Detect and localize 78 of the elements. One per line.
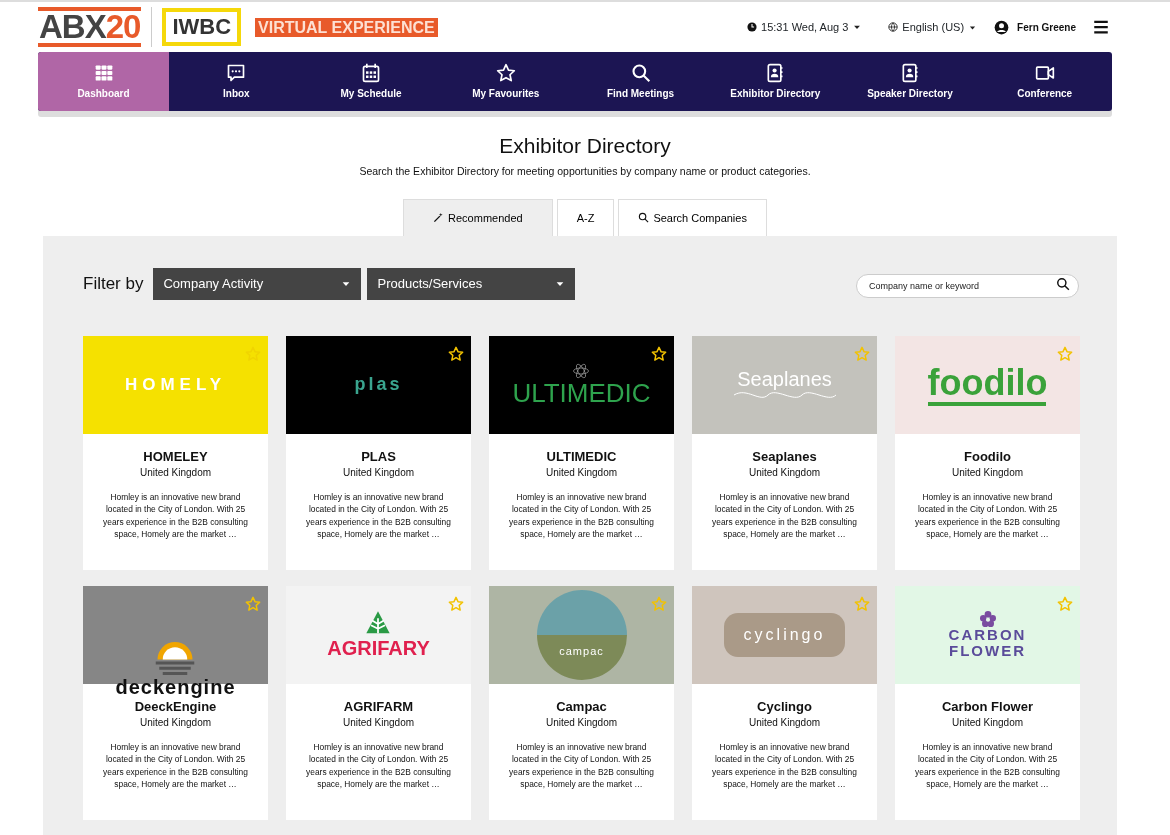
nav-tab[interactable]: Inbox (169, 52, 304, 111)
magic-wand-icon (433, 212, 445, 224)
tagline-logo: VIRTUAL EXPERIENCE (255, 17, 438, 37)
company-country: United Kingdom (341, 465, 416, 480)
company-logo: HOMELY (124, 376, 227, 394)
company-logo: campac (536, 589, 627, 680)
atom-icon (572, 362, 591, 381)
iwbc-logo: IWBC (162, 8, 242, 46)
clock-icon (747, 22, 758, 32)
company-description: Homley is an innovative new brand located in the City of London. With 25 years experience in the B2B consulting space, Homely are the market … (305, 490, 452, 541)
company-country: United Kingdom (747, 465, 822, 480)
directory-tab[interactable]: Recommended (403, 198, 553, 236)
company-logo: foodilo (927, 364, 1048, 406)
wave-icon (732, 390, 837, 401)
company-logo: Seaplanes (732, 369, 837, 401)
nav-tab[interactable]: Dashboard (38, 52, 169, 111)
company-country: United Kingdom (138, 465, 213, 480)
company-description: Homley is an innovative new brand located in the City of London. With 25 years experience in the B2B consulting space, Homely are the market … (914, 490, 1061, 541)
search-icon[interactable] (1056, 276, 1070, 291)
abx20-logo: ABX20 (38, 7, 142, 47)
directory-tab[interactable]: Search Companies (618, 198, 767, 236)
user-name[interactable]: Fern Greene (1017, 19, 1076, 35)
globe-icon (888, 22, 899, 32)
company-logo: ULTIMEDIC (512, 362, 651, 408)
company-name: Cyclingo (756, 698, 813, 714)
company-logo: AGRIFARY (327, 610, 430, 660)
flower-icon (979, 611, 996, 628)
company-country: United Kingdom (544, 715, 619, 730)
page-subtitle: Search the Exhibitor Directory for meeting opportunities by company name or product categories. (358, 164, 812, 180)
company-country: United Kingdom (747, 715, 822, 730)
search-field[interactable]: Company name or keyword (856, 273, 1079, 298)
company-logo: plas (354, 375, 403, 395)
filter-dropdown[interactable]: Company Activity (153, 267, 362, 300)
company-logo: CARBON FLOWER (932, 611, 1043, 659)
star-icon (495, 62, 516, 83)
company-description: Homley is an innovative new brand located in the City of London. With 25 years experience in the B2B consulting space, Homely are the market … (102, 490, 249, 541)
company-description: Homley is an innovative new brand located in the City of London. With 25 years experience in the B2B consulting space, Homely are the market … (508, 490, 655, 541)
company-name: Foodilo (963, 448, 1012, 464)
chat-icon (226, 62, 247, 83)
company-country: United Kingdom (950, 715, 1025, 730)
nav-tab[interactable]: Conference (977, 52, 1113, 111)
company-description: Homley is an innovative new brand located in the City of London. With 25 years experience in the B2B consulting space, Homely are the market … (914, 740, 1061, 791)
company-name: Seaplanes (751, 448, 818, 464)
nav-tab[interactable]: My Schedule (303, 52, 439, 111)
filter-dropdown[interactable]: Products/Services (367, 267, 576, 300)
company-logo: deckengine (115, 634, 236, 698)
calendar-icon (361, 62, 382, 83)
company-name: Campac (555, 698, 608, 714)
menu-icon[interactable] (1092, 18, 1110, 36)
company-name: AGRIFARM (342, 698, 415, 714)
company-name: PLAS (360, 448, 397, 464)
company-name: ULTIMEDIC (545, 448, 618, 464)
clock-dropdown[interactable]: 15:31 Wed, Aug 3 (746, 17, 864, 37)
company-logo: cyclingo (723, 612, 846, 658)
company-description: Homley is an innovative new brand located in the City of London. With 25 years experience in the B2B consulting space, Homely are the market … (102, 740, 249, 791)
company-name: HOMELEY (142, 448, 209, 464)
company-description: Homley is an innovative new brand located in the City of London. With 25 years experience in the B2B consulting space, Homely are the market … (711, 490, 858, 541)
page-title: Exhibitor Directory (498, 133, 672, 159)
contact-book-icon (765, 62, 786, 83)
nav-tab[interactable]: Exhibitor Directory (707, 52, 843, 111)
nav-tab[interactable]: Find Meetings (573, 52, 708, 111)
company-country: United Kingdom (544, 465, 619, 480)
company-country: United Kingdom (950, 465, 1025, 480)
company-country: United Kingdom (138, 715, 213, 730)
nav-tab[interactable]: My Favourites (438, 52, 574, 111)
search-icon (630, 62, 651, 83)
directory-tab[interactable]: A-Z (556, 198, 615, 236)
company-description: Homley is an innovative new brand located in the City of London. With 25 years experience in the B2B consulting space, Homely are the market … (711, 740, 858, 791)
language-dropdown[interactable]: English (US) (887, 17, 979, 37)
search-icon (638, 212, 650, 224)
company-country: United Kingdom (341, 715, 416, 730)
company-name: Carbon Flower (941, 698, 1034, 714)
company-name: DeeckEngine (133, 698, 218, 714)
user-avatar-icon (994, 19, 1010, 35)
company-description: Homley is an innovative new brand located in the City of London. With 25 years experience in the B2B consulting space, Homely are the market … (305, 740, 452, 791)
company-description: Homley is an innovative new brand located in the City of London. With 25 years experience in the B2B consulting space, Homely are the market … (508, 740, 655, 791)
filter-label: Filter by (83, 273, 144, 296)
nav-tab[interactable]: Speaker Directory (842, 52, 978, 111)
